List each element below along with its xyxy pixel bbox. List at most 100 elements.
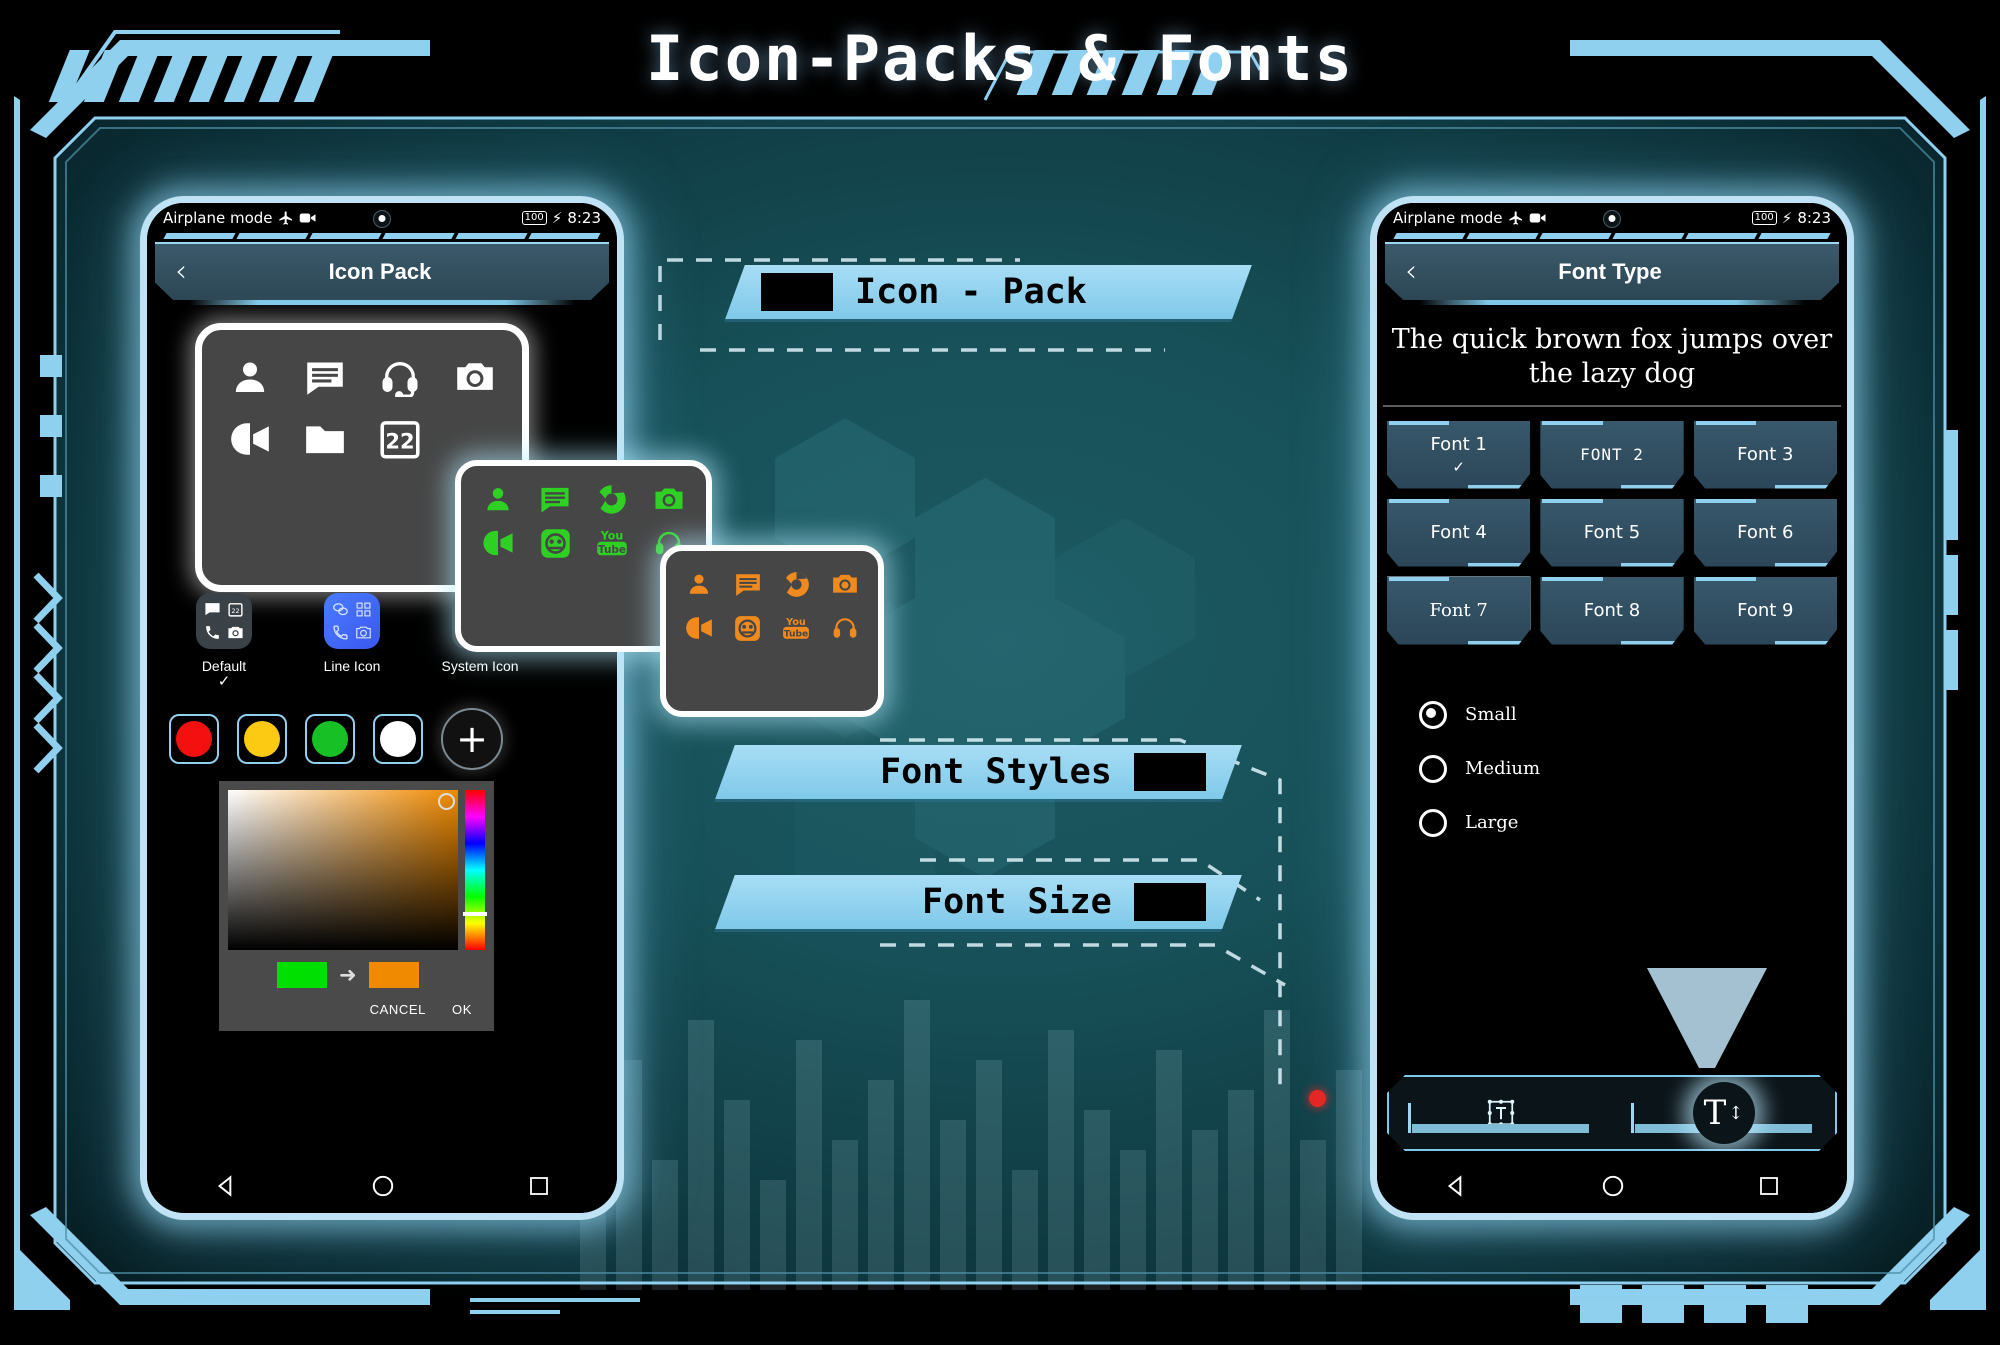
hue-knob[interactable] <box>463 912 487 916</box>
contact-icon <box>214 348 285 406</box>
youtube-icon: You Tube <box>585 522 640 564</box>
camera-icon <box>439 348 510 406</box>
font-cell-4[interactable]: Font 4 <box>1387 498 1531 567</box>
camera-notch <box>349 203 415 232</box>
arrow-right-icon: ➜ <box>339 962 357 987</box>
spotlight-cone <box>1647 968 1767 1068</box>
back-triangle-icon[interactable] <box>1443 1173 1469 1199</box>
left-app-bar: ‹ Icon Pack <box>155 242 609 300</box>
tab-tick <box>1408 1103 1411 1133</box>
left-nav-bar <box>147 1159 617 1213</box>
font-size-radio-group: Small Medium Large <box>1377 659 1847 837</box>
callout-icon-pack-label: Icon - Pack <box>855 272 1087 312</box>
add-color-button[interactable]: + <box>441 708 503 770</box>
font-label-4: Font 4 <box>1430 522 1487 543</box>
svg-text:22: 22 <box>231 607 239 615</box>
cancel-button[interactable]: CANCEL <box>370 1002 426 1017</box>
radio-row-large[interactable]: Large <box>1419 808 1847 837</box>
right-appbar-wrap: ‹ Font Type <box>1377 233 1847 305</box>
left-phone-mockup: Airplane mode 100 ⚡ 8:23 ‹ Icon Pack 22 … <box>140 196 624 1220</box>
font-cell-9[interactable]: Font 9 <box>1693 576 1837 645</box>
font-size-glyph: T <box>1703 1093 1727 1133</box>
recents-square-icon[interactable] <box>527 1174 551 1198</box>
radio-medium[interactable] <box>1419 754 1447 783</box>
font-label-6: Font 6 <box>1737 522 1794 543</box>
left-phone-screen: Airplane mode 100 ⚡ 8:23 ‹ Icon Pack 22 … <box>147 203 617 1213</box>
headset-icon <box>822 607 869 649</box>
right-phone-screen: Airplane mode 100 ⚡ 8:23 ‹ Font Type The… <box>1377 203 1847 1213</box>
color-picker-canvas-row <box>219 781 494 950</box>
saturation-value-field[interactable] <box>228 790 458 950</box>
radio-row-small[interactable]: Small <box>1419 700 1847 729</box>
color-swatch-yellow[interactable] <box>237 714 287 764</box>
camera-icon <box>641 478 696 520</box>
camera-notch <box>1579 203 1645 232</box>
font-cell-1[interactable]: Font 1 ✓ <box>1387 420 1531 489</box>
svg-text:You: You <box>785 617 806 628</box>
font-label-9: Font 9 <box>1737 600 1794 621</box>
left-appbar-wrap: ‹ Icon Pack <box>147 233 617 305</box>
font-cell-7[interactable]: Font 7 <box>1387 576 1531 645</box>
tab-font-type[interactable] <box>1400 1089 1601 1137</box>
pack-tile-line-icon <box>324 593 380 649</box>
message-icon <box>725 563 772 605</box>
battery-badge: 100 <box>521 211 547 225</box>
ok-button[interactable]: OK <box>452 1002 472 1017</box>
font-cell-8[interactable]: Font 8 <box>1540 576 1684 645</box>
font-cell-2[interactable]: FONT 2 <box>1540 420 1684 489</box>
current-color-preview <box>277 962 327 988</box>
page-title: Icon-Packs & Fonts <box>646 22 1354 95</box>
font-label-5: Font 5 <box>1583 522 1641 543</box>
contact-icon <box>676 563 723 605</box>
font-cell-3[interactable]: Font 3 <box>1693 420 1837 489</box>
bolt-icon: ⚡ <box>551 209 563 227</box>
right-nav-bar <box>1377 1159 1847 1213</box>
svg-text:You: You <box>600 529 623 542</box>
calendar-icon: 22 <box>364 410 435 468</box>
radio-label-small: Small <box>1465 704 1517 725</box>
home-circle-icon[interactable] <box>370 1173 396 1199</box>
status-right: 100 ⚡ 8:23 <box>521 209 601 227</box>
right-phone-mockup: Airplane mode 100 ⚡ 8:23 ‹ Font Type The… <box>1370 196 1854 1220</box>
tab-font-size[interactable]: T ↕ <box>1623 1089 1824 1137</box>
appbar-underline <box>189 300 575 305</box>
home-circle-icon[interactable] <box>1600 1173 1626 1199</box>
chrome-icon <box>585 478 640 520</box>
pack-item-line-icon[interactable]: Line Icon <box>297 593 407 688</box>
font-type-grid: Font 1 ✓ FONT 2 Font 3 Font 4 Font 5 Fon… <box>1377 407 1847 659</box>
bottom-tab-bar: T ↕ <box>1387 1075 1837 1151</box>
color-swatch-row: + <box>169 708 535 770</box>
color-swatch-green[interactable] <box>305 714 355 764</box>
airplane-icon <box>278 211 292 225</box>
recents-square-icon[interactable] <box>1757 1174 1781 1198</box>
font-label-3: Font 3 <box>1737 444 1794 465</box>
radio-row-medium[interactable]: Medium <box>1419 754 1847 783</box>
back-triangle-icon[interactable] <box>213 1173 239 1199</box>
font-cell-6[interactable]: Font 6 <box>1693 498 1837 567</box>
svg-text:22: 22 <box>385 430 414 454</box>
radio-large[interactable] <box>1419 808 1447 837</box>
message-icon <box>528 478 583 520</box>
radio-small[interactable] <box>1419 700 1447 729</box>
hue-slider[interactable] <box>463 790 487 950</box>
tab-tick <box>1631 1103 1634 1133</box>
connector-endpoint-dot <box>1309 1090 1326 1107</box>
color-swatch-white[interactable] <box>373 714 423 764</box>
battery-badge: 100 <box>1751 211 1777 225</box>
callout-icon-pack: Icon - Pack <box>725 265 1252 319</box>
font-cell-5[interactable]: Font 5 <box>1540 498 1684 567</box>
right-appbar-title: Font Type <box>1558 259 1662 284</box>
duo-icon <box>528 522 583 564</box>
font-label-2: FONT 2 <box>1580 445 1644 464</box>
color-picker-dialog: ➜ CANCEL OK <box>219 781 494 1031</box>
font-label-1: Font 1 <box>1430 433 1487 455</box>
sv-knob[interactable] <box>438 793 455 810</box>
pack-item-default[interactable]: 22 Default ✓ <box>169 593 279 689</box>
icon-preview-grid: 22 <box>202 330 522 468</box>
tab-underline <box>1412 1124 1589 1133</box>
color-swatch-red[interactable] <box>169 714 219 764</box>
pack-label-line-icon: Line Icon <box>323 658 381 674</box>
font-size-icon[interactable]: T ↕ <box>1693 1082 1755 1144</box>
left-status-bar: Airplane mode 100 ⚡ 8:23 <box>147 203 617 233</box>
status-right: 100 ⚡ 8:23 <box>1751 209 1831 227</box>
